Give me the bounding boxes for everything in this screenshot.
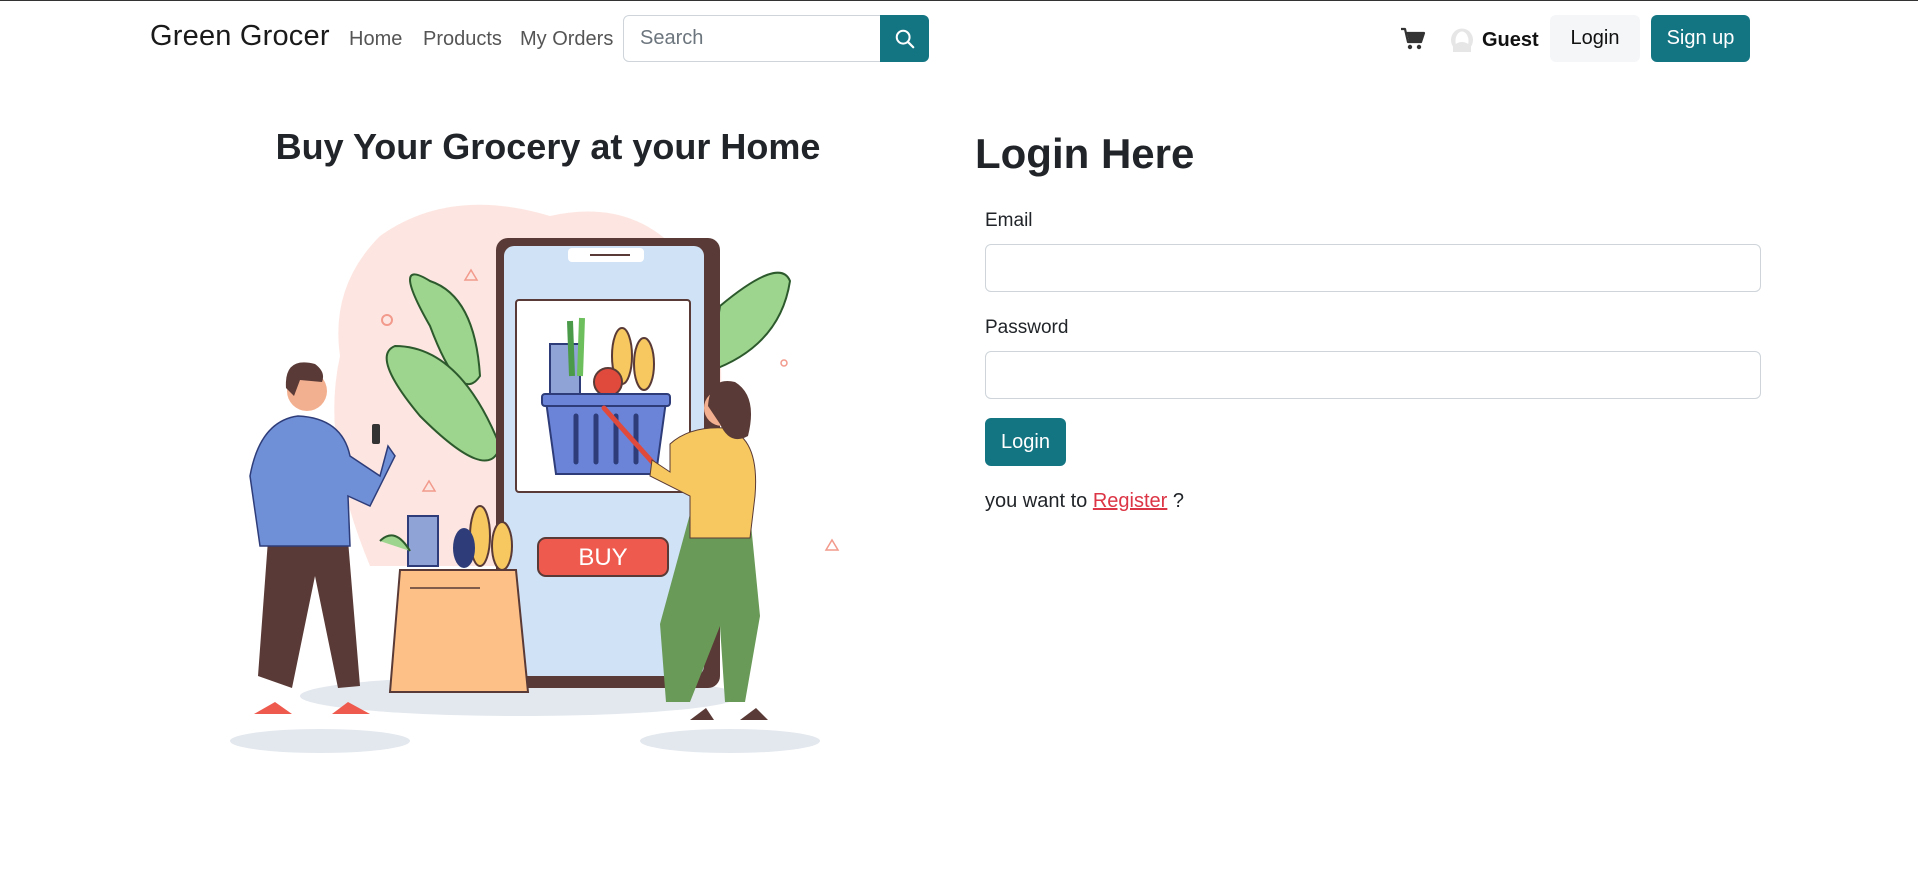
login-title: Login Here (975, 130, 1195, 177)
user-menu[interactable]: Guest (1450, 27, 1539, 53)
grocery-shopping-illustration: BUY (230, 204, 840, 753)
email-label: Email (985, 210, 1033, 231)
signup-button[interactable]: Sign up (1651, 15, 1750, 62)
register-link[interactable]: Register (1093, 490, 1167, 512)
search-icon (895, 29, 914, 48)
user-avatar-icon (1451, 28, 1473, 52)
user-name: Guest (1482, 28, 1539, 51)
navbar: Green Grocer Home Products My Orders Gue… (0, 0, 1918, 78)
search-input[interactable] (623, 15, 881, 62)
cart-icon[interactable] (1400, 27, 1426, 51)
login-submit-button[interactable]: Login (985, 418, 1066, 466)
hero-title: Buy Your Grocery at your Home (275, 126, 821, 167)
email-field[interactable] (985, 244, 1761, 292)
brand-logo-text[interactable]: Green Grocer (150, 20, 330, 53)
login-nav-button[interactable]: Login (1550, 15, 1640, 62)
phone-buy-label: BUY (578, 544, 627, 571)
password-label: Password (985, 317, 1069, 338)
search-button[interactable] (880, 15, 929, 62)
register-prefix-text: you want to (985, 490, 1088, 512)
nav-products-link[interactable]: Products (423, 28, 502, 51)
nav-home-link[interactable]: Home (349, 28, 402, 51)
password-field[interactable] (985, 351, 1761, 399)
register-prompt: you want to Register ? (985, 490, 1184, 513)
nav-my-orders-link[interactable]: My Orders (520, 28, 613, 51)
register-suffix-text: ? (1172, 490, 1185, 512)
